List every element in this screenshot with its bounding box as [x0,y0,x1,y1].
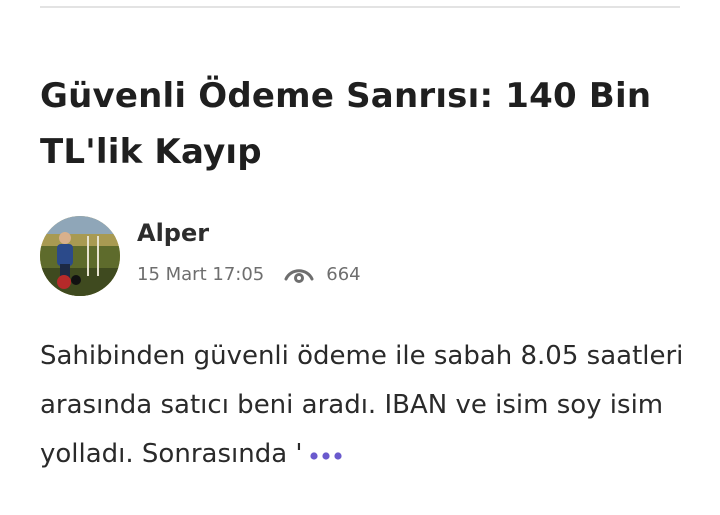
more-dots-icon[interactable] [309,430,343,479]
article-title[interactable]: Güvenli Ödeme Sanrısı: 140 Bin TL'lik Ka… [40,68,680,180]
article-excerpt-text: Sahibinden güvenli ödeme ile sabah 8.05 … [40,341,684,469]
author-avatar[interactable] [40,216,120,296]
top-divider [40,6,680,8]
article-excerpt[interactable]: Sahibinden güvenli ödeme ile sabah 8.05 … [40,332,690,479]
author-name[interactable]: Alper [137,216,209,250]
eye-icon [284,263,314,285]
article-meta: 15 Mart 17:05 664 [137,260,361,288]
avatar-photo-icon [40,216,120,296]
author-row: Alper 15 Mart 17:05 664 [40,216,680,298]
view-count: 664 [326,263,361,285]
publish-date: 15 Mart 17:05 [137,263,265,285]
